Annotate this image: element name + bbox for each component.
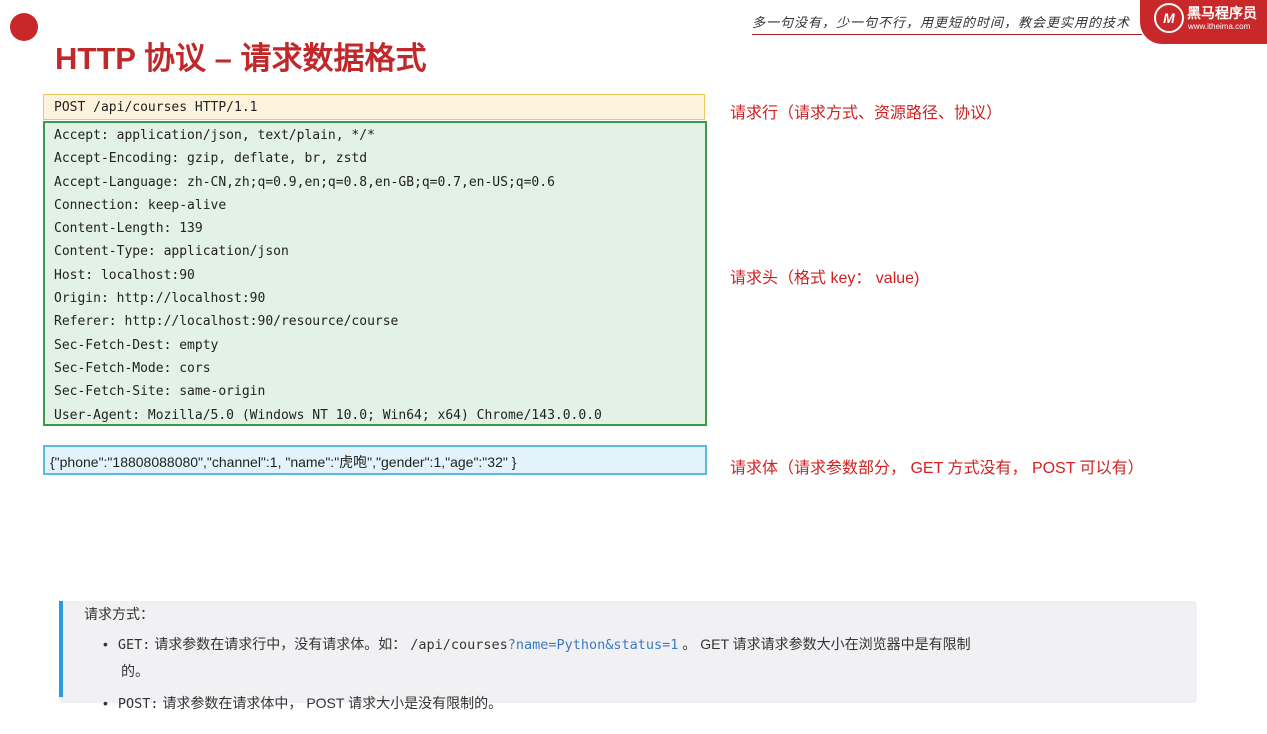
logo-name: 黑马程序员 <box>1187 5 1257 21</box>
header-line: User-Agent: Mozilla/5.0 (Windows NT 10.0… <box>54 407 602 423</box>
decorative-red-dot <box>10 13 38 41</box>
bullet-post: • POST: 请求参数在请求体中， POST 请求大小是没有限制的。 <box>103 693 502 713</box>
get-text: 请求参数在请求行中，没有请求体。如： <box>154 636 407 652</box>
request-line: POST /api/courses HTTP/1.1 <box>54 100 258 115</box>
header-line: Host: localhost:90 <box>54 267 195 283</box>
header-line: Sec-Fetch-Site: same-origin <box>54 384 266 400</box>
note-title: 请求方式： <box>84 606 154 622</box>
get-code-path: /api/courses <box>410 637 508 653</box>
annotation-request-headers: 请求头（格式 key： value) <box>730 270 920 287</box>
header-line: Origin: http://localhost:90 <box>54 291 266 307</box>
header-line: Accept-Language: zh-CN,zh;q=0.9,en;q=0.8… <box>54 174 555 190</box>
bullet-get-wrap: 的。 <box>121 663 149 679</box>
post-text: 请求参数在请求体中， POST 请求大小是没有限制的。 <box>162 695 503 711</box>
brand-logo: M 黑马程序员 www.itheima.com <box>1140 0 1267 44</box>
request-line-box: POST /api/courses HTTP/1.1 <box>43 94 705 120</box>
logo-url: www.itheima.com <box>1188 22 1251 31</box>
request-body: {"phone":"18808088080","channel":1, "nam… <box>50 454 517 470</box>
header-line: Content-Type: application/json <box>54 244 289 260</box>
annotation-request-body: 请求体（请求参数部分， GET 方式没有， POST 可以有） <box>730 460 1144 477</box>
get-label: GET: <box>117 637 151 653</box>
get-code-query: ?name=Python&status=1 <box>507 637 679 653</box>
header-line: Content-Length: 139 <box>54 221 203 237</box>
header-line: Sec-Fetch-Dest: empty <box>54 337 219 353</box>
bullet-get: • GET: 请求参数在请求行中，没有请求体。如： /api/courses?na… <box>103 634 971 654</box>
logo-horse-icon: M <box>1154 3 1184 33</box>
bullet-dot-icon: • <box>103 636 108 652</box>
slogan-underline <box>752 34 1142 35</box>
post-label: POST: <box>117 696 159 712</box>
request-headers-box: Accept: application/json, text/plain, */… <box>43 121 707 426</box>
request-body-box: {"phone":"18808088080","channel":1, "nam… <box>43 445 707 475</box>
page-title: HTTP 协议 – 请求数据格式 <box>55 41 427 76</box>
header-line: Accept-Encoding: gzip, deflate, br, zstd <box>54 151 368 167</box>
slogan: 多一句没有，少一句不行，用更短的时间，教会更实用的技术 <box>752 16 1131 31</box>
header-line: Referer: http://localhost:90/resource/co… <box>54 314 399 330</box>
header-list: Accept: application/json, text/plain, */… <box>54 125 602 428</box>
annotation-request-line: 请求行（请求方式、资源路径、协议） <box>730 105 1003 122</box>
header-line: Accept: application/json, text/plain, */… <box>54 128 375 143</box>
header-line: Connection: keep-alive <box>54 197 227 213</box>
note-accent-bar <box>59 601 63 697</box>
get-text-continued: 。 GET 请求请求参数大小在浏览器中是有限制 <box>682 636 971 652</box>
bullet-dot-icon: • <box>103 695 108 711</box>
header-line: Sec-Fetch-Mode: cors <box>54 360 211 376</box>
